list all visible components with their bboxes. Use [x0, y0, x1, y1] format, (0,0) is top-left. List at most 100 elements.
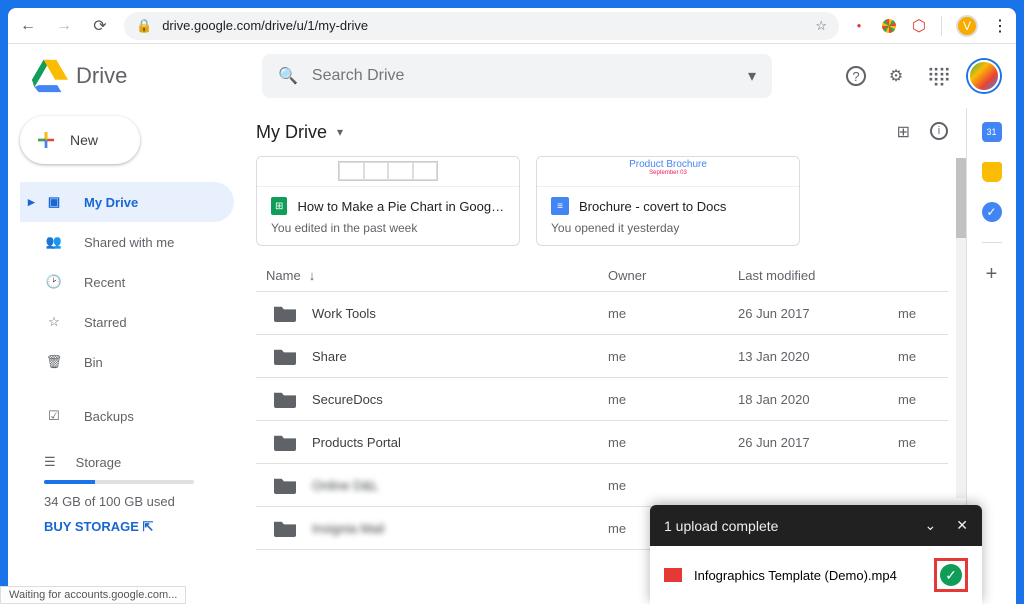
- search-bar[interactable]: 🔍 ▾: [262, 54, 772, 98]
- address-bar[interactable]: 🔒 drive.google.com/drive/u/1/my-drive ☆: [124, 12, 839, 40]
- back-button[interactable]: ←: [16, 14, 40, 38]
- file-owner: me: [608, 349, 738, 364]
- file-modified: 26 Jun 2017: [738, 435, 898, 450]
- view-grid-icon[interactable]: ⊞: [897, 122, 910, 142]
- app-title: Drive: [76, 63, 127, 89]
- toast-filename[interactable]: Infographics Template (Demo).mp4: [694, 568, 897, 583]
- recent-icon: 🕑: [44, 274, 64, 290]
- new-button[interactable]: New: [20, 116, 140, 164]
- reload-button[interactable]: ⟳: [88, 14, 112, 38]
- column-modified-header[interactable]: Last modified: [738, 268, 938, 283]
- breadcrumb[interactable]: My Drive ▾: [256, 122, 343, 143]
- file-owner: me: [608, 478, 738, 493]
- sidebar-item-my-drive[interactable]: ▸ ▣ My Drive: [20, 182, 234, 222]
- folder-icon: [274, 390, 296, 408]
- logo-area[interactable]: Drive: [32, 58, 242, 94]
- keep-icon[interactable]: [982, 162, 1002, 182]
- file-modified: 13 Jan 2020: [738, 349, 898, 364]
- file-modified-by: me: [898, 435, 938, 450]
- starred-icon: ☆: [44, 314, 64, 330]
- add-addon-icon[interactable]: +: [986, 263, 998, 286]
- sidebar-item-shared[interactable]: 👥 Shared with me: [20, 222, 234, 262]
- extension-icon-1[interactable]: ●: [851, 18, 867, 34]
- extension-icon-2[interactable]: [881, 18, 897, 34]
- file-modified-by: me: [898, 349, 938, 364]
- backups-icon: ☑: [44, 408, 64, 424]
- storage-icon: ☰: [44, 454, 56, 470]
- upload-toast: 1 upload complete ⌄ ✕ Infographics Templ…: [650, 505, 982, 604]
- toast-close-icon[interactable]: ✕: [956, 517, 968, 534]
- browser-status-bar: Waiting for accounts.google.com...: [8, 586, 186, 604]
- file-modified-by: me: [898, 392, 938, 407]
- file-owner: me: [608, 306, 738, 321]
- search-dropdown-icon[interactable]: ▾: [748, 66, 756, 86]
- storage-label[interactable]: Storage: [76, 455, 122, 470]
- account-avatar[interactable]: [968, 60, 1000, 92]
- card-subtitle: You opened it yesterday: [551, 221, 785, 235]
- scrollbar[interactable]: [956, 158, 966, 498]
- extension-area: ● ⬡ V ⋮: [851, 15, 1008, 37]
- check-icon: ✓: [940, 564, 962, 586]
- sheets-icon: ⊞: [271, 197, 287, 215]
- url-text: drive.google.com/drive/u/1/my-drive: [162, 18, 368, 33]
- file-owner: me: [608, 392, 738, 407]
- storage-bar: [44, 480, 194, 484]
- apps-grid-icon[interactable]: ⢿⡿: [926, 64, 950, 88]
- sidebar-item-label: Bin: [84, 355, 103, 370]
- sidebar-item-backups[interactable]: ☑Backups: [20, 396, 234, 436]
- card-preview: Product BrochureSeptember 03: [537, 157, 799, 187]
- column-owner-header[interactable]: Owner: [608, 268, 738, 283]
- toast-collapse-icon[interactable]: ⌄: [925, 517, 937, 534]
- file-row[interactable]: SecureDocsme18 Jan 2020me: [256, 378, 948, 421]
- sidebar-item-starred[interactable]: ☆ Starred: [20, 302, 234, 342]
- card-title: How to Make a Pie Chart in Google S...: [297, 199, 505, 214]
- suggestion-card[interactable]: Product BrochureSeptember 03≡Brochure - …: [536, 156, 800, 246]
- file-row[interactable]: Online D&Lme: [256, 464, 948, 507]
- storage-section: ☰ Storage 34 GB of 100 GB used BUY STORA…: [20, 454, 246, 535]
- file-row[interactable]: Shareme13 Jan 2020me: [256, 335, 948, 378]
- lock-icon: 🔒: [136, 18, 152, 34]
- sidebar-item-label: My Drive: [84, 195, 138, 210]
- file-list-header: Name ↓ Owner Last modified: [256, 260, 948, 292]
- search-input[interactable]: [312, 67, 734, 85]
- card-subtitle: You edited in the past week: [271, 221, 505, 235]
- shared-icon: 👥: [44, 234, 64, 250]
- profile-avatar[interactable]: V: [956, 15, 978, 37]
- search-icon: 🔍: [278, 66, 298, 86]
- sidebar-item-recent[interactable]: 🕑Recent: [20, 262, 234, 302]
- folder-icon: [274, 347, 296, 365]
- buy-storage-link[interactable]: BUY STORAGE ⇱: [44, 519, 246, 535]
- extension-icon-3[interactable]: ⬡: [911, 18, 927, 34]
- dropdown-icon: ▾: [337, 125, 343, 139]
- expand-arrow-icon: ▸: [28, 194, 35, 210]
- browser-menu[interactable]: ⋮: [992, 18, 1008, 34]
- tasks-icon[interactable]: ✓: [982, 202, 1002, 222]
- divider: [982, 242, 1002, 243]
- settings-gear-icon[interactable]: ⚙: [884, 64, 908, 88]
- file-modified-by: me: [898, 306, 938, 321]
- sidebar-item-bin[interactable]: 🗑Bin: [20, 342, 234, 382]
- forward-button[interactable]: →: [52, 14, 76, 38]
- folder-icon: [274, 476, 296, 494]
- star-icon[interactable]: ☆: [815, 18, 827, 34]
- file-name: Work Tools: [312, 306, 608, 321]
- file-row[interactable]: Products Portalme26 Jun 2017me: [256, 421, 948, 464]
- suggestion-card[interactable]: ⊞ How to Make a Pie Chart in Google S... Y…: [256, 156, 520, 246]
- column-name-header[interactable]: Name ↓: [266, 268, 608, 283]
- sidebar: New ▸ ▣ My Drive 👥 Shared with me 🕑Recent ☆ Sta…: [8, 108, 246, 604]
- calendar-icon[interactable]: 31: [982, 122, 1002, 142]
- divider: [941, 16, 942, 36]
- file-owner: me: [608, 435, 738, 450]
- sidebar-item-label: Shared with me: [84, 235, 174, 250]
- storage-used-text: 34 GB of 100 GB used: [44, 494, 246, 509]
- video-file-icon: [664, 568, 682, 582]
- card-preview: [257, 157, 519, 187]
- file-row[interactable]: Work Toolsme26 Jun 2017me: [256, 292, 948, 335]
- docs-icon: ≡: [551, 197, 569, 215]
- sidebar-item-label: Starred: [84, 315, 127, 330]
- file-modified: 18 Jan 2020: [738, 392, 898, 407]
- help-icon[interactable]: ?: [846, 66, 866, 86]
- toast-title: 1 upload complete: [664, 518, 778, 534]
- info-icon[interactable]: i: [930, 122, 948, 140]
- my-drive-icon: ▣: [44, 194, 64, 210]
